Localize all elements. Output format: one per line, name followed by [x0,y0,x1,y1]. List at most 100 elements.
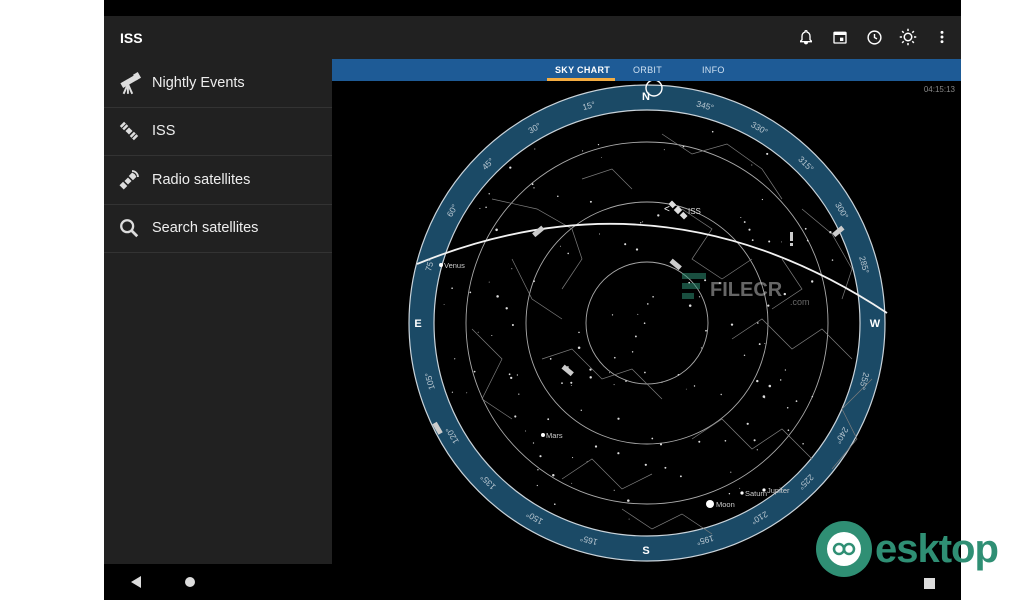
star [469,291,472,294]
star [589,200,592,203]
desktop-watermark-text: esktop [875,526,999,571]
star [495,228,498,232]
star [705,329,707,332]
star [617,417,620,420]
star [479,207,481,210]
star [582,150,584,152]
drawer-item-radio-satellites[interactable]: Radio satellites [104,156,332,205]
star [589,368,592,371]
star [557,195,559,198]
drawer-item-search-satellites[interactable]: Search satellites [104,205,332,253]
star [711,130,714,133]
svg-text:<: < [664,204,670,215]
star [451,391,454,393]
time-readout: 04:15:13 [923,85,955,94]
star [577,346,581,350]
star [795,400,798,402]
star [570,385,572,387]
star [533,280,535,283]
mars-dot [541,433,545,437]
star [518,393,520,395]
star [613,489,615,491]
horizon-circle [433,109,861,537]
star [627,499,630,502]
star [761,198,764,201]
sky-chart-panel: 15° 30° 45° 60° 75° 105° 120° 135° 150° 165° 195° 2… [332,59,961,564]
star [586,461,588,463]
star [685,388,687,390]
star [473,370,476,373]
star [571,482,573,484]
star [613,384,615,386]
star [625,380,627,382]
star [739,487,741,489]
drawer-item-iss[interactable]: ISS [104,108,332,156]
star [677,373,680,376]
star [600,156,602,158]
drawer-item-label: Search satellites [152,220,259,237]
sky-chart[interactable]: 15°30°45°60°75°105°120°135°150°165° 195°2… [332,59,961,564]
star [756,379,759,383]
star [477,331,479,333]
iss-label: ISS [688,207,701,216]
alert-marker [790,232,793,241]
back-icon[interactable] [131,575,141,593]
filecr-watermark-text: FILECR [710,279,783,301]
tab-sky-chart[interactable]: SKY CHART [555,65,610,75]
night-mode-icon[interactable] [897,26,919,48]
radio-satellite-icon [104,168,150,192]
star [659,443,663,446]
star [536,484,538,487]
star [537,469,539,471]
star [617,452,620,455]
filecr-watermark-suffix: .com [790,297,810,307]
star [598,233,601,235]
star [720,393,722,396]
star [784,369,787,371]
calendar-icon[interactable] [829,26,851,48]
star [693,385,696,387]
venus-dot [439,263,443,267]
app-bar: ISS [104,16,961,59]
star [743,221,746,223]
star [644,371,646,374]
home-icon[interactable] [184,575,196,593]
clock-icon[interactable] [863,26,885,48]
star [552,474,555,477]
star [740,217,742,218]
device-screen: ISS Nightly Events ISS Radio satellites … [104,0,961,600]
star [661,381,663,383]
star [567,252,569,255]
bell-icon[interactable] [795,26,817,48]
satellite-icon [104,119,150,143]
navigation-drawer: Nightly Events ISS Radio satellites Sear… [104,59,332,564]
tab-orbit[interactable]: ORBIT [633,65,662,75]
star [804,227,807,230]
star [580,409,582,411]
jupiter-label: Jupiter [767,486,790,495]
star [730,323,734,326]
star [624,243,627,246]
star [728,492,731,495]
star [746,422,749,425]
south-label: S [642,545,649,557]
star [634,335,637,338]
mars-label: Mars [546,431,563,440]
star [589,376,592,379]
drawer-item-nightly-events[interactable]: Nightly Events [104,59,332,108]
star [811,395,814,398]
star [597,143,600,146]
east-label: E [414,318,421,330]
star [753,439,756,442]
star [466,392,468,394]
tab-indicator [547,78,615,81]
star [831,259,834,261]
star [700,347,702,349]
star [637,313,639,315]
north-label: N [642,91,650,103]
tab-info[interactable]: INFO [702,65,725,75]
star [781,241,782,243]
tab-bar: SKY CHART ORBIT INFO [332,59,961,81]
more-vert-icon[interactable] [931,26,953,48]
filecr-watermark: FILECR .com [682,269,812,318]
